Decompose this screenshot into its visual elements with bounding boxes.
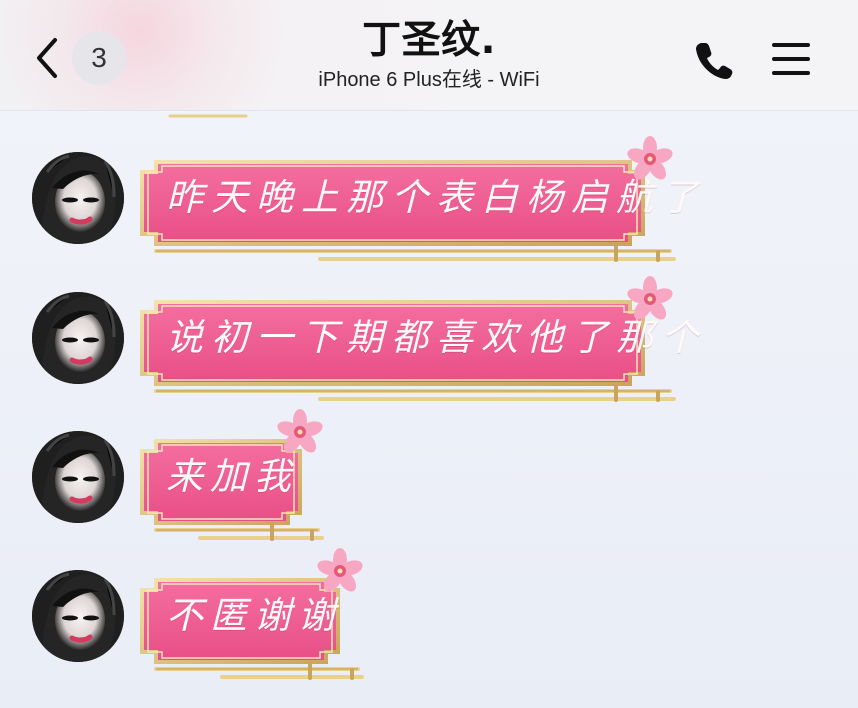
unread-count-badge: 3	[72, 31, 126, 85]
chat-screen: 3 丁圣纹. iPhone 6 Plus在线 - WiFi 昨天晚上那个表白杨启…	[0, 0, 858, 708]
menu-button[interactable]	[766, 36, 816, 82]
chevron-left-icon	[37, 38, 57, 78]
message-list[interactable]: 昨天晚上那个表白杨启航了 说初一下期都喜欢他了那个 来加我 不匿谢谢	[0, 110, 858, 708]
contact-name: 丁圣纹.	[362, 18, 496, 63]
message-row: 来加我	[0, 389, 858, 541]
avatar[interactable]	[32, 292, 124, 384]
avatar[interactable]	[32, 431, 124, 523]
message-row: 昨天晚上那个表白杨启航了	[0, 110, 858, 262]
online-status: iPhone 6 Plus在线 - WiFi	[318, 69, 540, 91]
back-button[interactable]: 3	[30, 30, 130, 86]
message-row: 不匿谢谢	[0, 528, 858, 680]
message-row: 说初一下期都喜欢他了那个	[0, 250, 858, 402]
menu-icon	[772, 43, 810, 75]
avatar[interactable]	[32, 152, 124, 244]
message-bubble[interactable]: 不匿谢谢	[138, 548, 368, 686]
chat-header: 3 丁圣纹. iPhone 6 Plus在线 - WiFi	[0, 0, 858, 111]
contact-heading: 丁圣纹. iPhone 6 Plus在线 - WiFi	[260, 18, 598, 92]
avatar[interactable]	[32, 570, 124, 662]
call-button[interactable]	[688, 36, 738, 82]
phone-icon	[696, 43, 733, 79]
